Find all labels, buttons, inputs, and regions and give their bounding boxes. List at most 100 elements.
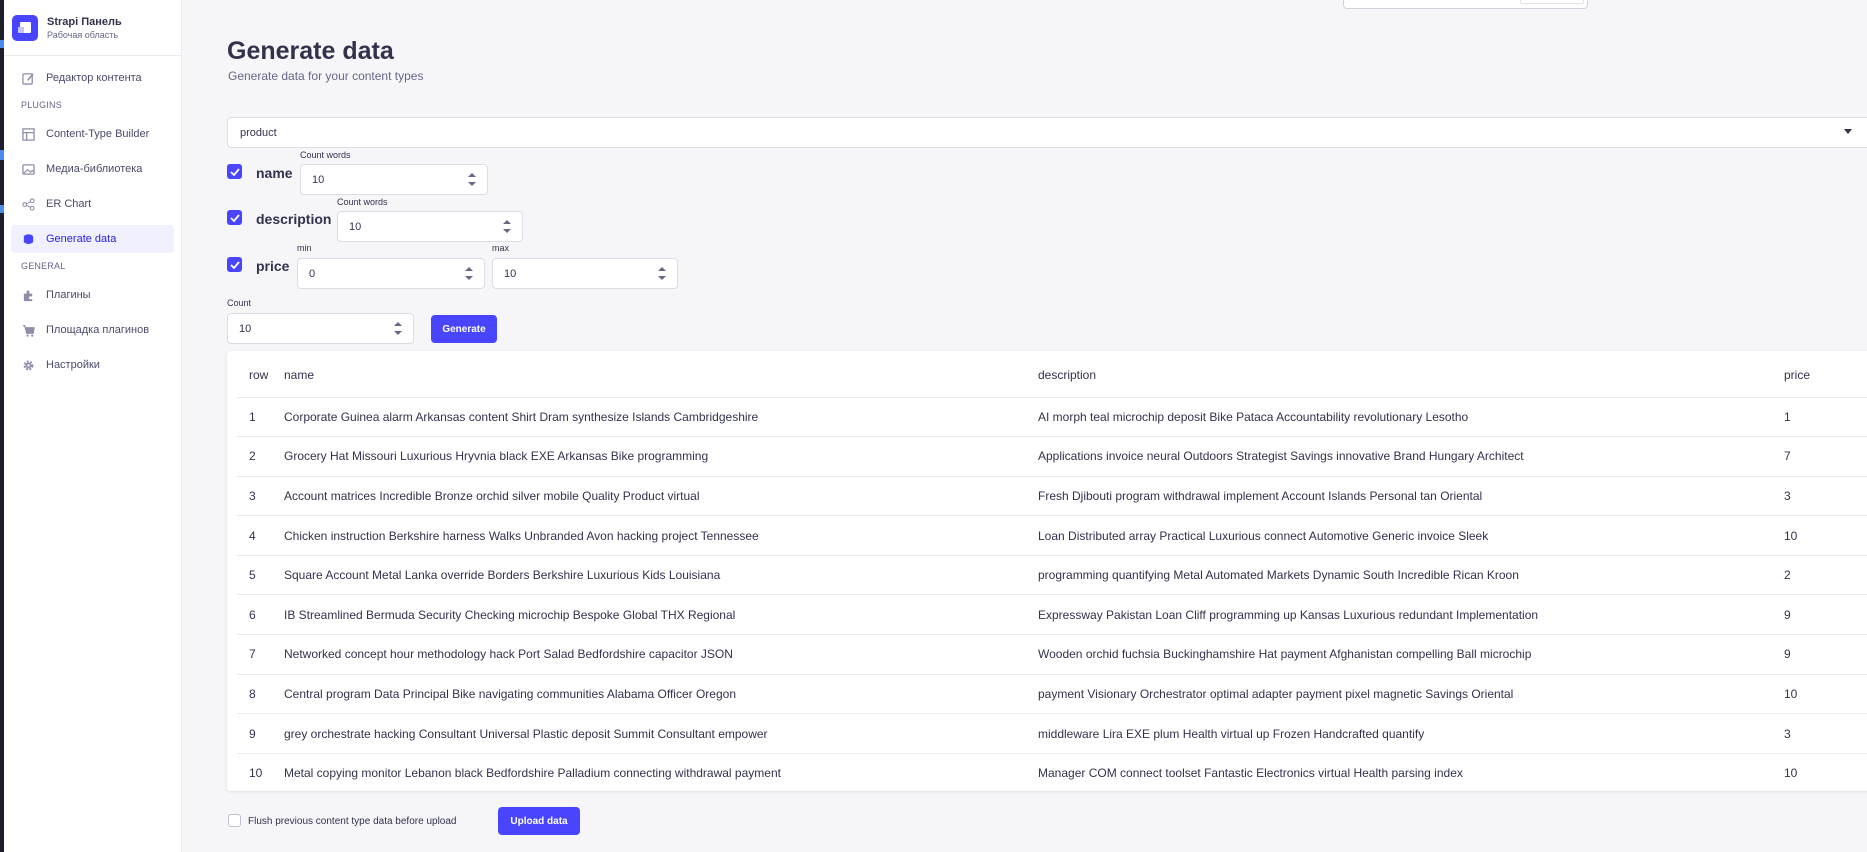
column-header-price[interactable]: price bbox=[1784, 351, 1867, 398]
table-row: 2 Grocery Hat Missouri Luxurious Hryvnia … bbox=[237, 436, 1867, 477]
brand-workspace: Рабочая область bbox=[47, 29, 119, 40]
name-cell: Corporate Guinea alarm Arkansas content … bbox=[284, 397, 1038, 438]
row-number-cell: 5 bbox=[237, 555, 284, 596]
description-field-label: description bbox=[256, 211, 332, 227]
count-value: 10 bbox=[239, 323, 252, 335]
sidebar-item-content-manager[interactable]: Редактор контента bbox=[11, 64, 174, 92]
image-icon bbox=[21, 162, 35, 176]
table-row: 5 Square Account Metal Lanka override Bor… bbox=[237, 555, 1867, 596]
sidebar-item-marketplace[interactable]: Площадка плагинов bbox=[11, 316, 174, 344]
description-checkbox[interactable] bbox=[227, 210, 242, 225]
count-input[interactable]: 10 bbox=[227, 313, 414, 344]
name-cell: IB Streamlined Bermuda Security Checking… bbox=[284, 594, 1038, 636]
table-row: 3 Account matrices Incredible Bronze orch… bbox=[237, 476, 1867, 517]
main-content: Generate data Generate data for your con… bbox=[183, 0, 1867, 852]
name-count-words-value: 10 bbox=[312, 174, 325, 186]
sidebar-item-label: Медиа-библиотека bbox=[46, 163, 143, 175]
count-label: Count bbox=[227, 298, 252, 308]
content-type-select[interactable]: product bbox=[227, 117, 1867, 148]
stepper-icon[interactable] bbox=[503, 220, 511, 233]
chevron-down-icon bbox=[1844, 129, 1852, 134]
description-cell: Wooden orchid fuchsia Buckinghamshire Ha… bbox=[1038, 634, 1784, 675]
gear-icon bbox=[21, 358, 35, 372]
sidebar-item-media-library[interactable]: Медиа-библиотека bbox=[11, 155, 174, 183]
price-checkbox[interactable] bbox=[227, 257, 242, 272]
content-type-select-value: product bbox=[240, 127, 277, 139]
name-cell: Chicken instruction Berkshire harness Wa… bbox=[284, 515, 1038, 556]
upload-data-button[interactable]: Upload data bbox=[498, 807, 580, 835]
table-row: 7 Networked concept hour methodology hack… bbox=[237, 634, 1867, 675]
price-max-label: max bbox=[492, 243, 510, 253]
flush-checkbox[interactable] bbox=[228, 814, 241, 827]
puzzle-icon bbox=[21, 288, 35, 302]
row-number-cell: 10 bbox=[249, 766, 263, 781]
name-field-label: name bbox=[256, 165, 293, 181]
overlay-popup-edge bbox=[1343, 0, 1588, 9]
name-cell: Account matrices Incredible Bronze orchi… bbox=[284, 476, 1038, 517]
row-number-cell: 6 bbox=[237, 594, 284, 636]
description-cell: Loan Distributed array Practical Luxurio… bbox=[1038, 515, 1784, 556]
sidebar-item-label: Плагины bbox=[46, 289, 91, 301]
check-icon bbox=[229, 167, 240, 176]
price-cell: 10 bbox=[1784, 515, 1867, 556]
description-count-words-value: 10 bbox=[349, 221, 362, 233]
description-count-words-input[interactable]: 10 bbox=[337, 211, 523, 242]
description-cell: payment Visionary Orchestrator optimal a… bbox=[1038, 674, 1784, 715]
table-row: 10 Metal copying monitor Lebanon black Be… bbox=[237, 753, 1867, 793]
column-header-row[interactable]: row bbox=[237, 351, 284, 398]
description-cell: programming quantifying Metal Automated … bbox=[1038, 555, 1784, 596]
brand-name: Strapi Панель bbox=[47, 15, 122, 28]
description-cell: Fresh Djibouti program withdrawal implem… bbox=[1038, 476, 1784, 517]
stepper-icon[interactable] bbox=[658, 267, 666, 280]
price-cell: 2 bbox=[1784, 555, 1867, 596]
row-number-cell: 2 bbox=[237, 436, 284, 477]
price-cell: 10 bbox=[1784, 674, 1867, 715]
price-field-label: price bbox=[256, 258, 290, 274]
price-cell: 9 bbox=[1784, 594, 1867, 636]
row-number-cell: 4 bbox=[237, 515, 284, 556]
name-cell: Central program Data Principal Bike navi… bbox=[284, 674, 1038, 715]
price-cell: 3 bbox=[1784, 476, 1867, 517]
generated-data-table: row name description price 1 Corporate Gu… bbox=[227, 351, 1867, 791]
sidebar-item-plugins[interactable]: Плагины bbox=[11, 281, 174, 309]
plugins-section-title: PLUGINS bbox=[21, 100, 62, 110]
page-subtitle: Generate data for your content types bbox=[228, 69, 424, 83]
description-count-words-label: Count words bbox=[337, 197, 388, 207]
graph-icon bbox=[21, 197, 35, 211]
sidebar-item-settings[interactable]: Настройки bbox=[11, 351, 174, 379]
description-cell: Expressway Pakistan Loan Cliff programmi… bbox=[1038, 594, 1784, 636]
cart-icon bbox=[21, 323, 35, 337]
row-number-cell: 3 bbox=[237, 476, 284, 517]
sidebar-item-er-chart[interactable]: ER Chart bbox=[11, 190, 174, 218]
name-checkbox[interactable] bbox=[227, 164, 242, 179]
description-cell: AI morph teal microchip deposit Bike Pat… bbox=[1038, 397, 1784, 438]
sidebar-item-label: Площадка плагинов bbox=[46, 324, 150, 336]
stepper-icon[interactable] bbox=[465, 267, 473, 280]
column-header-description[interactable]: description bbox=[1038, 351, 1784, 398]
price-min-input[interactable]: 0 bbox=[297, 258, 485, 289]
column-header-name[interactable]: name bbox=[284, 351, 1038, 398]
stepper-icon[interactable] bbox=[394, 322, 402, 335]
database-icon bbox=[21, 232, 35, 246]
table-row: 4 Chicken instruction Berkshire harness W… bbox=[237, 515, 1867, 556]
table-row: 1 Corporate Guinea alarm Arkansas content… bbox=[237, 397, 1867, 438]
flush-label: Flush previous content type data before … bbox=[248, 816, 457, 827]
sidebar: Strapi Панель Рабочая область Редактор к… bbox=[4, 0, 182, 852]
sidebar-item-content-type-builder[interactable]: Content-Type Builder bbox=[11, 120, 174, 148]
name-count-words-input[interactable]: 10 bbox=[300, 164, 488, 195]
name-cell: grey orchestrate hacking Consultant Univ… bbox=[284, 713, 1038, 754]
row-number-cell: 8 bbox=[237, 674, 284, 715]
sidebar-item-generate-data[interactable]: Generate data bbox=[11, 225, 174, 253]
row-number-cell: 7 bbox=[237, 634, 284, 675]
stepper-icon[interactable] bbox=[468, 173, 476, 186]
sidebar-item-label: Content-Type Builder bbox=[46, 128, 150, 140]
table-row: 6 IB Streamlined Bermuda Security Checkin… bbox=[237, 594, 1867, 636]
description-cell: Applications invoice neural Outdoors Str… bbox=[1038, 436, 1784, 477]
price-max-input[interactable]: 10 bbox=[492, 258, 678, 289]
generate-button[interactable]: Generate bbox=[431, 315, 497, 343]
check-icon bbox=[229, 260, 240, 269]
sidebar-item-label: Generate data bbox=[46, 233, 117, 245]
price-min-label: min bbox=[297, 243, 312, 253]
name-cell: Metal copying monitor Lebanon black Bedf… bbox=[284, 766, 781, 781]
general-section-title: GENERAL bbox=[21, 261, 66, 271]
